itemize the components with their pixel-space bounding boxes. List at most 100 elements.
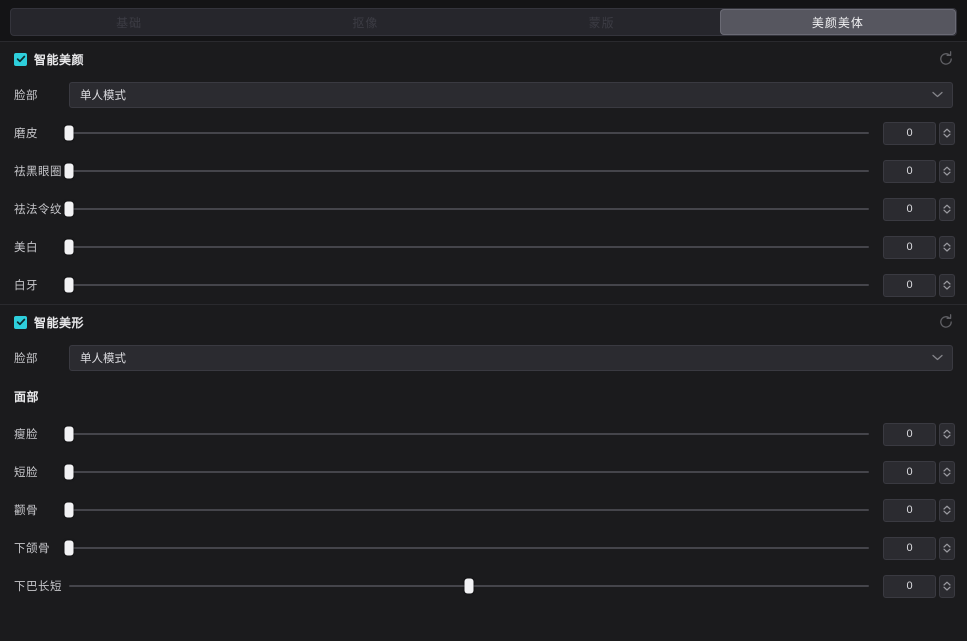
jawbone-input[interactable]: 0 [883, 536, 936, 560]
smart-shape-checkbox[interactable] [14, 315, 27, 329]
tab-list: 基础 抠像 蒙版 美颜美体 [10, 8, 957, 36]
check-icon [16, 54, 26, 64]
slider-track [69, 471, 869, 473]
reset-icon[interactable] [937, 313, 955, 331]
teeth-whitening-stepper[interactable] [939, 273, 955, 297]
slider-track [69, 284, 869, 286]
chin-length-stepper[interactable] [939, 574, 955, 598]
chevron-down-icon [943, 133, 951, 138]
slider-thumb[interactable] [64, 464, 74, 480]
row-face-mode-shape: 脸部 单人模式 [0, 339, 967, 377]
cheekbone-slider[interactable] [64, 497, 869, 523]
slim-face-slider[interactable] [64, 421, 869, 447]
smart-shape-title: 智能美形 [34, 315, 85, 330]
smooth-skin-slider[interactable] [64, 120, 869, 146]
slider-thumb[interactable] [64, 163, 74, 179]
smooth-skin-number: 0 [883, 121, 955, 145]
nasolabial-stepper[interactable] [939, 197, 955, 221]
cheekbone-stepper[interactable] [939, 498, 955, 522]
dark-circles-stepper[interactable] [939, 159, 955, 183]
check-icon [16, 317, 26, 327]
slider-track [69, 246, 869, 248]
chevron-down-icon [943, 209, 951, 214]
slider-thumb[interactable] [64, 277, 74, 293]
chevron-down-icon [932, 352, 943, 364]
jawbone-number: 0 [883, 536, 955, 560]
tab-basic[interactable]: 基础 [11, 9, 247, 35]
tab-beauty[interactable]: 美颜美体 [719, 9, 956, 35]
face-mode-beauty-label: 脸部 [14, 90, 38, 102]
jawbone-stepper[interactable] [939, 536, 955, 560]
slim-face-input[interactable]: 0 [883, 422, 936, 446]
smart-beauty-checkbox[interactable] [14, 52, 27, 66]
slider-thumb[interactable] [64, 540, 74, 556]
face-mode-shape-select[interactable]: 单人模式 [69, 345, 953, 371]
whitening-slider[interactable] [64, 234, 869, 260]
slider-track [69, 509, 869, 511]
smooth-skin-stepper[interactable] [939, 121, 955, 145]
slim-face-stepper[interactable] [939, 422, 955, 446]
dark-circles-number: 0 [883, 159, 955, 183]
teeth-whitening-number: 0 [883, 273, 955, 297]
chevron-down-icon [932, 89, 943, 101]
cheekbone-number: 0 [883, 498, 955, 522]
chevron-down-icon [943, 171, 951, 176]
teeth-whitening-slider[interactable] [64, 272, 869, 298]
slider-track [69, 132, 869, 134]
tab-keying[interactable]: 抠像 [247, 9, 483, 35]
reset-icon[interactable] [937, 50, 955, 68]
group-face-label: 面部 [14, 389, 40, 404]
slider-thumb[interactable] [64, 125, 74, 141]
beauty-panel: 智能美颜 脸部 单人模式 磨皮 0 祛黑眼圈 0 祛法令纹 0 美白 0 白牙 … [0, 42, 967, 641]
teeth-whitening-input[interactable]: 0 [883, 273, 936, 297]
tab-bar: 基础 抠像 蒙版 美颜美体 [0, 0, 967, 42]
slider-track [69, 170, 869, 172]
row-whitening: 美白 0 [0, 228, 967, 266]
cheekbone-label: 颧骨 [14, 505, 38, 517]
chin-length-input[interactable]: 0 [883, 574, 936, 598]
chin-length-label: 下巴长短 [14, 581, 62, 593]
slim-face-number: 0 [883, 422, 955, 446]
short-face-input[interactable]: 0 [883, 460, 936, 484]
chevron-down-icon [943, 434, 951, 439]
slider-track [69, 433, 869, 435]
face-mode-beauty-value: 单人模式 [80, 90, 126, 102]
tab-keying-label: 抠像 [352, 15, 379, 30]
row-short-face: 短脸 0 [0, 453, 967, 491]
dark-circles-input[interactable]: 0 [883, 159, 936, 183]
face-mode-beauty-select[interactable]: 单人模式 [69, 82, 953, 108]
teeth-whitening-label: 白牙 [14, 280, 38, 292]
slider-thumb[interactable] [64, 426, 74, 442]
row-smooth-skin: 磨皮 0 [0, 114, 967, 152]
row-group-face: 面部 [0, 377, 967, 415]
jawbone-slider[interactable] [64, 535, 869, 561]
nasolabial-slider[interactable] [64, 196, 869, 222]
slider-thumb[interactable] [64, 201, 74, 217]
chevron-down-icon [943, 247, 951, 252]
cheekbone-input[interactable]: 0 [883, 498, 936, 522]
chin-length-slider[interactable] [69, 573, 869, 599]
section-header-smart-beauty: 智能美颜 [0, 42, 967, 76]
chevron-down-icon [943, 472, 951, 477]
chin-length-number: 0 [883, 574, 955, 598]
jawbone-label: 下颌骨 [14, 543, 50, 555]
tab-mask[interactable]: 蒙版 [484, 9, 720, 35]
face-mode-shape-value: 单人模式 [80, 353, 126, 365]
dark-circles-label: 祛黑眼圈 [14, 166, 62, 178]
short-face-slider[interactable] [64, 459, 869, 485]
short-face-stepper[interactable] [939, 460, 955, 484]
row-nasolabial: 祛法令纹 0 [0, 190, 967, 228]
chevron-down-icon [943, 548, 951, 553]
whitening-stepper[interactable] [939, 235, 955, 259]
face-mode-shape-label: 脸部 [14, 353, 38, 365]
slider-thumb[interactable] [64, 502, 74, 518]
nasolabial-input[interactable]: 0 [883, 197, 936, 221]
slider-thumb[interactable] [464, 578, 474, 594]
whitening-input[interactable]: 0 [883, 235, 936, 259]
dark-circles-slider[interactable] [64, 158, 869, 184]
smooth-skin-input[interactable]: 0 [883, 121, 936, 145]
tab-beauty-label: 美颜美体 [811, 15, 864, 30]
short-face-label: 短脸 [14, 467, 38, 479]
tab-basic-label: 基础 [116, 15, 143, 30]
slider-thumb[interactable] [64, 239, 74, 255]
